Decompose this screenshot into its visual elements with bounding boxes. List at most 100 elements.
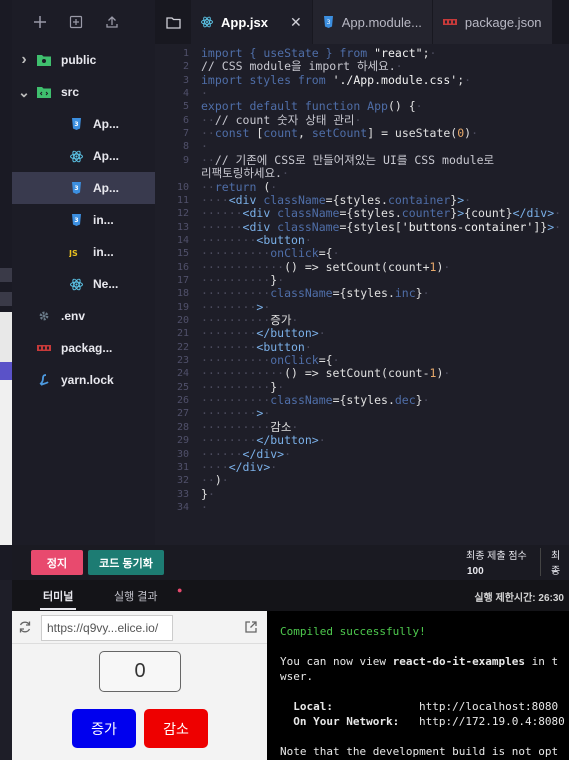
line-number: 4 bbox=[182, 88, 189, 100]
code-sync-button[interactable]: 코드 동기화 bbox=[88, 550, 164, 575]
stop-button[interactable]: 정지 bbox=[31, 550, 83, 575]
code-token: className bbox=[263, 192, 326, 207]
tree-item[interactable]: 3 Ap... bbox=[12, 108, 155, 140]
tab-terminal[interactable]: 터미널 bbox=[43, 588, 73, 604]
line-number: 18 bbox=[176, 288, 189, 300]
code-token: ······ bbox=[201, 206, 243, 221]
tree-item[interactable]: 3 in... bbox=[12, 204, 155, 236]
code-token: · bbox=[270, 459, 278, 474]
code-token: ············ bbox=[201, 366, 285, 381]
tree-item-label: Ap... bbox=[93, 149, 119, 163]
line-text: ········>· bbox=[201, 300, 270, 314]
line-number: 23 bbox=[176, 355, 189, 367]
line-text: · bbox=[201, 87, 208, 100]
code-token: // CSS module을 import 하세요. bbox=[201, 59, 396, 74]
code-token: ={styles. bbox=[332, 393, 395, 408]
code-token: ·········· bbox=[201, 286, 271, 301]
line-text: ············() => setCount(count+1)· bbox=[201, 260, 450, 274]
line-text: ··········className={styles.dec}· bbox=[201, 394, 430, 407]
code-token: from bbox=[339, 46, 375, 60]
close-icon[interactable]: ✕ bbox=[290, 14, 302, 31]
line-number: 6 bbox=[182, 114, 189, 126]
edge-marker bbox=[0, 292, 12, 306]
line-number: 12 bbox=[176, 208, 189, 220]
tab-app-jsx[interactable]: App.jsx ✕ bbox=[191, 0, 313, 44]
code-token: count bbox=[263, 126, 298, 141]
tree-item[interactable]: Ap... bbox=[12, 140, 155, 172]
chevron-down-icon[interactable]: ⌄ bbox=[18, 84, 30, 101]
line-text: import { useState } from "react";· bbox=[201, 47, 436, 60]
code-token: // count 숫자 상태 관리 bbox=[214, 112, 355, 127]
code-token: () => setCount(count- bbox=[284, 366, 430, 381]
tree-item-label: Ap... bbox=[93, 117, 119, 131]
code-area[interactable]: 1 import { useState } from "react";· 2// C… bbox=[155, 44, 569, 545]
new-file-icon[interactable] bbox=[30, 12, 50, 32]
line-text: ··// count 숫자 상태 관리· bbox=[201, 112, 361, 127]
tree-item[interactable]: ⌄ src bbox=[12, 76, 155, 108]
line-text: ··// 기존에 CSS로 만들어져있는 UI를 CSS module로 bbox=[201, 153, 494, 167]
tree-item-label: in... bbox=[93, 245, 114, 259]
code-token: · bbox=[554, 206, 562, 221]
local-label: Local: bbox=[280, 700, 333, 713]
code-token: ········ bbox=[201, 433, 257, 448]
tree-item-label: yarn.lock bbox=[61, 373, 114, 387]
tree-item[interactable]: 3 Ap... bbox=[12, 172, 155, 204]
line-number: 7 bbox=[182, 128, 189, 140]
line-text: ········</button>· bbox=[201, 434, 326, 447]
folder-toggle-icon[interactable] bbox=[155, 0, 191, 44]
line-text: ········<button· bbox=[201, 233, 312, 247]
tab-label: package.json bbox=[464, 14, 542, 30]
code-token: </button> bbox=[256, 433, 319, 448]
line-text: · bbox=[201, 140, 208, 153]
edge-panel bbox=[0, 380, 12, 545]
refresh-icon[interactable] bbox=[18, 620, 32, 639]
code-token: className bbox=[270, 286, 333, 301]
tab-run-result[interactable]: 실행 결과 bbox=[114, 588, 158, 604]
folder-src-icon bbox=[36, 84, 52, 100]
code-token: onClick bbox=[270, 246, 319, 261]
line-text: import styles from './App.module.css';· bbox=[201, 73, 471, 87]
code-token: ·········· bbox=[201, 313, 271, 327]
code-token: } bbox=[201, 486, 208, 501]
counter-display: 0 bbox=[99, 651, 181, 692]
line-text: // CSS module을 import 하세요.· bbox=[201, 60, 403, 73]
code-token: { bbox=[249, 46, 264, 60]
tree-item-label: src bbox=[61, 85, 80, 99]
increment-button[interactable]: 증가 bbox=[72, 709, 136, 748]
tree-item[interactable]: Ne... bbox=[12, 268, 155, 300]
tree-item-label: packag... bbox=[61, 341, 113, 355]
tree-item[interactable]: › public bbox=[12, 44, 155, 76]
decrement-button[interactable]: 감소 bbox=[144, 709, 208, 748]
code-token: · bbox=[304, 339, 312, 354]
code-token: · bbox=[554, 219, 562, 234]
upload-icon[interactable] bbox=[102, 12, 122, 32]
notification-dot: ● bbox=[177, 585, 183, 595]
tree-item[interactable]: packag... bbox=[12, 332, 155, 364]
open-external-icon[interactable] bbox=[244, 620, 258, 639]
time-limit-text: 실행 제한시간: 26:30 bbox=[474, 593, 564, 604]
code-token: const bbox=[214, 126, 257, 141]
chevron-right-icon[interactable]: › bbox=[18, 51, 30, 69]
react-file-icon bbox=[68, 276, 84, 292]
code-token: ·········· bbox=[201, 379, 271, 394]
new-folder-icon[interactable] bbox=[66, 12, 86, 32]
preview-url-input[interactable] bbox=[41, 615, 173, 641]
code-token: ; bbox=[422, 46, 430, 60]
line-text: ··········}· bbox=[201, 379, 284, 394]
tab-package-json[interactable]: package.json bbox=[432, 0, 553, 44]
code-token: ={ bbox=[318, 353, 333, 368]
file-explorer: › public ⌄ src 3 Ap... Ap... 3 Ap... 3 in... JS in..… bbox=[12, 0, 155, 545]
line-number: 27 bbox=[176, 408, 189, 420]
tree-item[interactable]: JS in... bbox=[12, 236, 155, 268]
line-number: 34 bbox=[176, 501, 189, 513]
svg-text:3: 3 bbox=[74, 185, 78, 192]
tab-app-module-css[interactable]: 3 App.module... bbox=[312, 0, 433, 44]
code-token: className bbox=[270, 393, 333, 408]
tree-item[interactable]: yarn.lock bbox=[12, 364, 155, 396]
line-number: 32 bbox=[176, 475, 189, 487]
terminal-output[interactable]: Compiled successfully! You can now view … bbox=[267, 611, 569, 760]
tree-item[interactable]: .env bbox=[12, 300, 155, 332]
code-token: </div> bbox=[242, 446, 285, 461]
network-url: http://172.19.0.4:8080 bbox=[419, 715, 565, 728]
code-token: · bbox=[291, 313, 299, 327]
